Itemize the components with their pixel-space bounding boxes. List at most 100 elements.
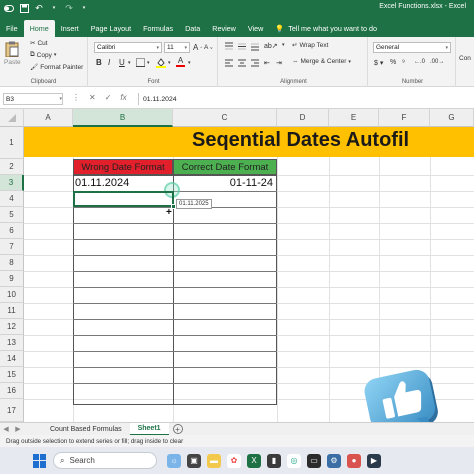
align-bottom-icon[interactable] [250,42,260,51]
tab-file[interactable]: File [0,20,24,37]
row-header-6[interactable]: 6 [0,223,24,239]
cell-c3[interactable]: 01-11-24 [175,175,275,191]
row-header-14[interactable]: 14 [0,351,24,367]
font-color-icon[interactable]: A [176,56,185,67]
row-header-7[interactable]: 7 [0,239,24,255]
widget-icon[interactable]: ☼ [167,453,181,468]
increase-indent-icon[interactable]: ⇥ [276,59,282,67]
cancel-icon[interactable]: ✕ [89,93,96,102]
select-all-corner[interactable] [0,109,24,127]
settings-icon[interactable]: ⚙ [327,453,341,468]
align-right-icon[interactable] [250,59,260,68]
orientation-icon[interactable]: ab↗ [264,42,278,50]
scroll-right-icon[interactable]: ▶ [12,425,24,433]
row-header-1[interactable]: 1 [0,127,24,159]
column-header-c[interactable]: C [173,109,277,127]
italic-icon[interactable]: I [108,58,110,67]
tab-home[interactable]: Home [23,20,55,37]
merge-dropdown-icon[interactable]: ▾ [348,59,351,65]
conditional-formatting-button[interactable]: Con [459,55,471,62]
autosave-toggle-icon[interactable] [3,2,15,14]
borders-dropdown-icon[interactable]: ▾ [147,60,150,66]
row-header-8[interactable]: 8 [0,255,24,271]
wrap-text-button[interactable]: ↵ Wrap Text [292,41,328,50]
align-top-icon[interactable] [224,42,234,51]
chrome-icon[interactable]: ◎ [287,453,301,468]
row-header-4[interactable]: 4 [0,191,24,207]
row-header-5[interactable]: 5 [0,207,24,223]
number-format-select[interactable]: General ▾ [373,42,451,53]
sheet-tab-count-based-formulas[interactable]: Count Based Formulas [42,423,130,436]
formula-input[interactable]: 01.11.2024 [138,93,471,105]
copy-button[interactable]: ⧉ Copy ▾ [30,51,56,59]
scroll-left-icon[interactable]: ◀ [0,425,12,433]
currency-icon[interactable]: $ ▾ [374,59,383,67]
font-color-dropdown-icon[interactable]: ▾ [188,60,191,66]
row-header-16[interactable]: 16 [0,383,24,399]
row-header-17[interactable]: 17 [0,399,24,422]
font-name-select[interactable]: Calibri ▾ [94,42,162,53]
qat-customize-icon[interactable]: ▾ [78,2,90,14]
save-icon[interactable] [18,2,30,14]
row-header-13[interactable]: 13 [0,335,24,351]
cut-button[interactable]: ✂ Cut [30,39,48,48]
fill-color-dropdown-icon[interactable]: ▾ [168,60,171,66]
excel-icon[interactable]: X [247,453,261,468]
row-header-9[interactable]: 9 [0,271,24,287]
column-header-d[interactable]: D [277,109,329,127]
redo-icon[interactable]: ↷ [63,2,75,14]
column-header-e[interactable]: E [329,109,379,127]
wrong-format-header[interactable]: Wrong Date Format [73,159,173,175]
tab-page-layout[interactable]: Page Layout [85,20,137,37]
decrease-font-icon[interactable]: Av [204,44,212,51]
cell-b3[interactable]: 01.11.2024 [75,175,172,191]
tab-review[interactable]: Review [206,20,242,37]
row-header-3[interactable]: 3 [0,175,24,191]
file-explorer-icon[interactable]: ▬ [207,453,221,468]
tab-insert[interactable]: Insert [55,20,85,37]
fill-color-icon[interactable] [156,57,166,68]
terminal-icon[interactable]: ▭ [307,453,321,468]
row-header-10[interactable]: 10 [0,287,24,303]
correct-format-header[interactable]: Correct Date Format [173,159,277,175]
undo-dropdown-icon[interactable]: ▾ [48,2,60,14]
photos-icon[interactable]: ✿ [227,453,241,468]
tab-view[interactable]: View [242,20,269,37]
undo-icon[interactable]: ↶ [33,2,45,14]
column-header-g[interactable]: G [430,109,474,127]
row-header-12[interactable]: 12 [0,319,24,335]
font-size-select[interactable]: 11 ▾ [164,42,190,53]
increase-decimal-icon[interactable]: ←.0 [414,59,425,65]
name-box[interactable]: B3 ▾ [3,93,63,105]
comma-style-icon[interactable]: ⁹ [402,59,405,66]
enter-icon[interactable]: ✓ [105,93,112,102]
tab-data[interactable]: Data [179,20,206,37]
column-header-b[interactable]: B [73,109,173,127]
underline-icon[interactable]: U [119,58,125,67]
row-header-11[interactable]: 11 [0,303,24,319]
insert-function-icon[interactable]: fx [120,93,126,102]
recorder-icon[interactable]: ● [347,453,361,468]
align-left-icon[interactable] [224,59,234,68]
taskbar-search[interactable]: ⌕ Search [53,452,157,469]
paste-button[interactable]: Paste [4,41,21,66]
column-header-f[interactable]: F [379,109,430,127]
increase-font-icon[interactable]: A ^ [193,43,202,52]
bold-icon[interactable]: B [96,58,102,67]
media-icon[interactable]: ▮ [267,453,281,468]
align-center-icon[interactable] [237,59,247,68]
tab-formulas[interactable]: Formulas [137,20,179,37]
merge-center-button[interactable]: ⇔ Merge & Center ▾ [292,58,351,65]
app-icon[interactable]: ▶ [367,453,381,468]
percent-icon[interactable]: % [390,59,396,66]
column-header-a[interactable]: A [24,109,73,127]
orientation-dropdown-icon[interactable]: ▾ [282,42,285,48]
row-header-2[interactable]: 2 [0,159,24,175]
row-header-15[interactable]: 15 [0,367,24,383]
underline-dropdown-icon[interactable]: ▾ [128,60,131,66]
decrease-indent-icon[interactable]: ⇤ [264,59,270,67]
decrease-decimal-icon[interactable]: .00→ [430,59,444,65]
tell-me-box[interactable]: 💡 Tell me what you want to do [269,20,377,37]
windows-start-icon[interactable] [33,453,47,468]
format-painter-button[interactable]: 🖌 Format Painter [30,63,83,72]
